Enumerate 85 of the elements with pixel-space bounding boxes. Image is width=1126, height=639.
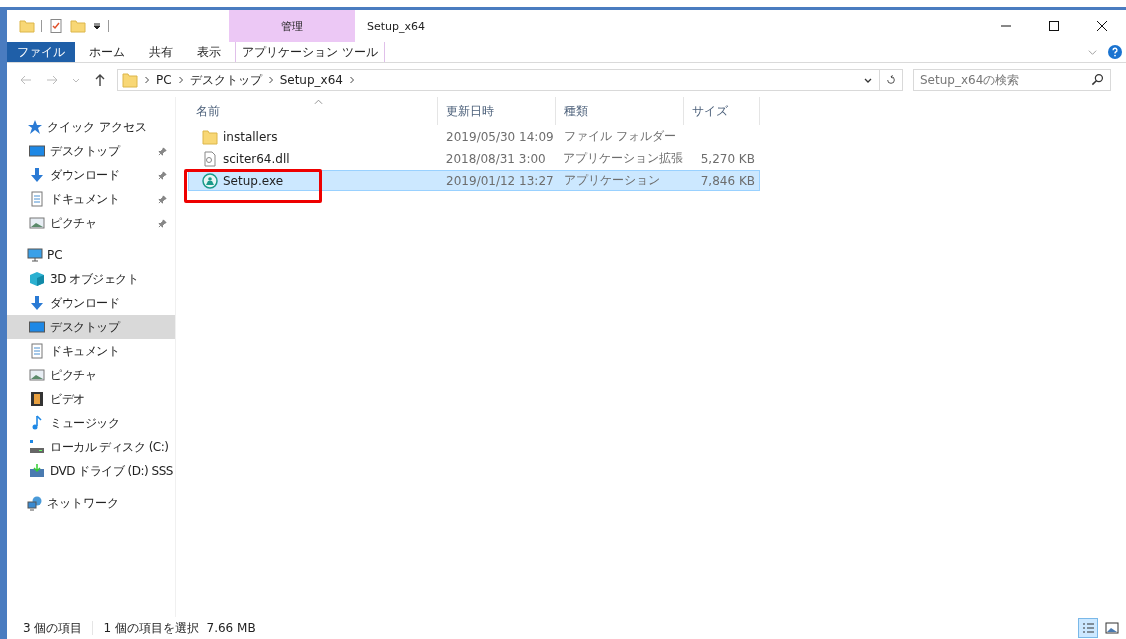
star-icon: [27, 119, 43, 135]
pin-icon[interactable]: [158, 146, 167, 156]
refresh-icon[interactable]: [886, 75, 896, 85]
down-arrow-icon: [29, 295, 45, 311]
sidebar-item[interactable]: デスクトップ: [7, 139, 175, 163]
chevron-right-icon[interactable]: [144, 76, 150, 84]
ribbon-tab[interactable]: ホーム: [79, 42, 135, 62]
forward-arrow-icon[interactable]: [45, 73, 59, 87]
ribbon-tab[interactable]: 表示: [187, 42, 231, 62]
pin-icon[interactable]: [158, 218, 167, 228]
sidebar-item[interactable]: デスクトップ: [7, 315, 175, 339]
picture-icon: [29, 215, 45, 231]
file-name: sciter64.dll: [223, 151, 290, 166]
search-field[interactable]: Setup_x64の検索: [913, 69, 1111, 91]
sidebar-item[interactable]: ネットワーク: [7, 491, 175, 515]
file-name: installers: [223, 129, 278, 144]
pin-icon[interactable]: [158, 194, 167, 204]
breadcrumb-item[interactable]: Setup_x64: [279, 73, 343, 87]
sidebar-item[interactable]: ダウンロード: [7, 291, 175, 315]
type-cell-text: アプリケーション拡張: [562, 150, 684, 167]
sidebar-item[interactable]: ドキュメント: [7, 187, 175, 211]
cube-icon: [29, 271, 45, 287]
gear-file-icon: [202, 150, 218, 167]
chevron-right-icon[interactable]: [177, 76, 184, 84]
type-cell-text: ファイル フォルダー: [562, 128, 677, 145]
app-icon: [202, 172, 218, 189]
context-tab-group: 管理: [229, 10, 355, 42]
dropdown-icon[interactable]: [92, 21, 102, 31]
document-icon: [29, 191, 45, 207]
item-count: 3 個の項目: [23, 619, 83, 637]
file-name: Setup.exe: [223, 173, 284, 188]
file-row[interactable]: Setup.exe 2019/01/12 13:27 アプリケーション 7,846 KB: [188, 170, 760, 191]
breadcrumb-item[interactable]: デスクトップ: [189, 71, 262, 89]
folder-icon: [202, 128, 218, 145]
sidebar-item[interactable]: ピクチャ: [7, 211, 175, 235]
down-arrow-icon: [29, 167, 45, 183]
size-cell: 7,846 KB: [700, 173, 755, 188]
sidebar-item[interactable]: ピクチャ: [7, 363, 175, 387]
chevron-right-icon[interactable]: [348, 76, 355, 84]
drive-icon: [29, 439, 45, 455]
network-icon: [27, 495, 43, 511]
file-row[interactable]: installers 2019/05/30 14:09 ファイル フォルダー: [188, 126, 760, 147]
ribbon-tab[interactable]: アプリケーション ツール: [235, 42, 385, 62]
back-arrow-icon[interactable]: [19, 73, 33, 87]
sidebar-item[interactable]: ビデオ: [7, 387, 175, 411]
size-cell: 5,270 KB: [700, 151, 755, 166]
date-cell-text: 2019/01/12 13:27: [445, 172, 555, 190]
address-bar[interactable]: PC デスクトップ Setup_x64: [117, 69, 903, 91]
chevron-right-icon[interactable]: [267, 76, 274, 84]
column-header[interactable]: サイズ: [684, 97, 760, 125]
monitor-icon: [27, 247, 43, 263]
properties-icon[interactable]: [48, 18, 64, 34]
search-icon: [1091, 73, 1104, 86]
column-header[interactable]: 更新日時: [438, 97, 556, 125]
sidebar-item[interactable]: DVD ドライブ (D:) SSS: [7, 459, 175, 483]
date-cell-text: 2019/05/30 14:09: [445, 128, 555, 146]
help-icon[interactable]: [1108, 45, 1122, 59]
up-arrow-icon[interactable]: [93, 73, 107, 87]
selection-info: 1 個の項目を選択 7.66 MB: [103, 619, 256, 637]
ribbon-tab[interactable]: ファイル: [7, 42, 75, 62]
picture-icon: [29, 367, 45, 383]
pin-icon[interactable]: [158, 170, 167, 180]
disc-drive-icon: [29, 463, 45, 479]
details-view-icon[interactable]: [1078, 618, 1098, 638]
ribbon-tab[interactable]: 共有: [139, 42, 183, 62]
column-header[interactable]: 種類: [556, 97, 684, 125]
monitor-icon: [29, 143, 45, 159]
type-cell-text: アプリケーション: [562, 172, 661, 189]
monitor-icon: [29, 319, 45, 335]
sidebar-item[interactable]: クイック アクセス: [7, 115, 175, 139]
sidebar-item[interactable]: ダウンロード: [7, 163, 175, 187]
sidebar-item[interactable]: PC: [7, 243, 175, 267]
sidebar-item[interactable]: ドキュメント: [7, 339, 175, 363]
document-icon: [29, 343, 45, 359]
folder-icon: [122, 72, 138, 88]
sidebar-item[interactable]: ローカル ディスク (C:): [7, 435, 175, 459]
date-cell-text: 2018/08/31 3:00: [444, 150, 547, 168]
breadcrumb-item[interactable]: PC: [156, 73, 172, 87]
file-row[interactable]: sciter64.dll 2018/08/31 3:00 アプリケーション拡張 5,270 KB: [188, 148, 760, 169]
window-title: Setup_x64: [367, 19, 426, 33]
sidebar-item[interactable]: 3D オブジェクト: [7, 267, 175, 291]
film-icon: [29, 391, 45, 407]
column-header[interactable]: 名前: [188, 97, 438, 125]
sidebar-item[interactable]: ミュージック: [7, 411, 175, 435]
sort-up-icon: [314, 99, 323, 105]
